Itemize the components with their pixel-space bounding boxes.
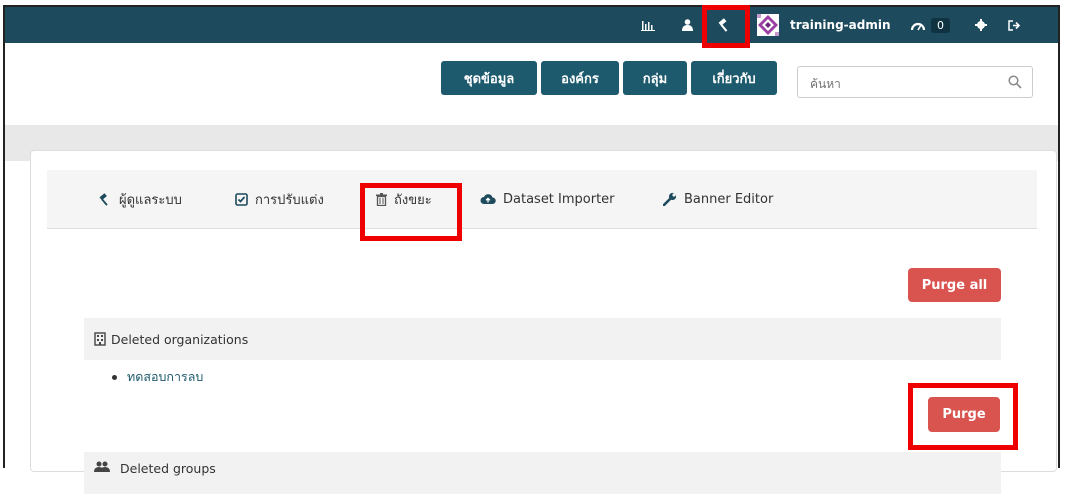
deleted-groups-heading: Deleted groups bbox=[84, 452, 1001, 494]
tab-sysadmins[interactable]: ผู้ดูแลระบบ bbox=[99, 170, 182, 228]
purge-organizations-button[interactable]: Purge bbox=[928, 397, 1000, 432]
username-link[interactable]: training-admin bbox=[790, 7, 890, 43]
tab-label: ถังขยะ bbox=[394, 192, 432, 208]
tab-trash[interactable]: ถังขยะ bbox=[376, 170, 432, 228]
cloud-upload-icon bbox=[480, 194, 496, 204]
chart-icon[interactable] bbox=[641, 7, 655, 43]
search-icon[interactable] bbox=[1008, 75, 1022, 89]
tab-config[interactable]: การปรับแต่ง bbox=[235, 170, 324, 228]
admin-tabs: ผู้ดูแลระบบ การปรับแต่ง ถังขยะ Dataset I… bbox=[47, 170, 1037, 229]
users-icon bbox=[94, 461, 110, 472]
tab-label: ผู้ดูแลระบบ bbox=[119, 192, 182, 208]
check-square-icon bbox=[235, 192, 248, 206]
user-icon[interactable] bbox=[682, 7, 693, 43]
nav-groups[interactable]: กลุ่ม bbox=[623, 61, 687, 95]
list-item[interactable]: ทดสอบการลบ bbox=[112, 367, 203, 387]
purge-all-button[interactable]: Purge all bbox=[908, 268, 1001, 302]
deleted-organizations-heading: Deleted organizations bbox=[84, 318, 1001, 360]
tab-label: Dataset Importer bbox=[503, 191, 615, 207]
deleted-organizations-list: ทดสอบการลบ bbox=[112, 367, 203, 387]
organization-link[interactable]: ทดสอบการลบ bbox=[127, 369, 203, 384]
dashboard-icon bbox=[911, 22, 925, 30]
building-icon bbox=[94, 332, 106, 346]
trash-icon bbox=[376, 192, 387, 206]
tab-dataset-importer[interactable]: Dataset Importer bbox=[480, 170, 615, 228]
gavel-icon bbox=[99, 192, 108, 206]
nav-datasets[interactable]: ชุดข้อมูล bbox=[441, 61, 537, 95]
wrench-icon bbox=[663, 192, 677, 206]
search-input[interactable] bbox=[808, 73, 1002, 95]
tab-banner-editor[interactable]: Banner Editor bbox=[663, 170, 773, 228]
section-title: Deleted organizations bbox=[111, 331, 249, 347]
bullet bbox=[112, 375, 117, 380]
account-bar: training-admin 0 bbox=[5, 7, 1058, 43]
masthead: ชุดข้อมูล องค์กร กลุ่ม เกี่ยวกับ bbox=[5, 43, 1058, 125]
search-box bbox=[797, 66, 1033, 98]
dashboard-link[interactable]: 0 bbox=[911, 7, 950, 43]
gear-icon[interactable] bbox=[975, 7, 987, 43]
nav-organizations[interactable]: องค์กร bbox=[541, 61, 619, 95]
dashboard-count-badge: 0 bbox=[931, 17, 950, 33]
nav-about[interactable]: เกี่ยวกับ bbox=[691, 61, 777, 95]
gavel-icon[interactable] bbox=[718, 7, 732, 43]
sign-out-icon[interactable] bbox=[1008, 7, 1021, 43]
tab-label: การปรับแต่ง bbox=[255, 192, 324, 208]
section-title: Deleted groups bbox=[120, 461, 216, 476]
avatar[interactable] bbox=[757, 7, 779, 43]
tab-label: Banner Editor bbox=[684, 191, 774, 207]
